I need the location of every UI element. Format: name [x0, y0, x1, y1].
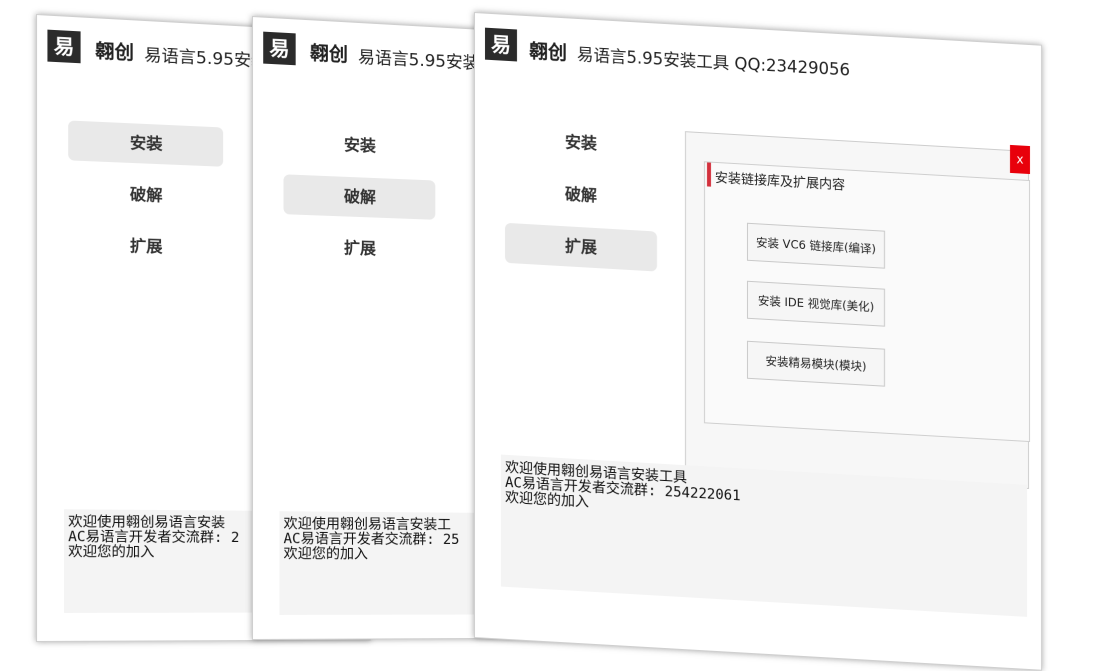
- app-logo-icon: 易: [485, 27, 517, 62]
- extend-panel: x 安装链接库及扩展内容 安装 VC6 链接库(编译) 安装 IDE 视觉库(美…: [685, 131, 1030, 490]
- install-ide-button[interactable]: 安装 IDE 视觉库(美化): [747, 280, 885, 327]
- nav-extend[interactable]: 扩展: [505, 222, 657, 272]
- app-logo-icon: 易: [47, 29, 81, 64]
- sidebar-nav: 安装 破解 扩展: [68, 120, 224, 280]
- sidebar-nav: 安装 破解 扩展: [505, 119, 657, 284]
- install-vc6-button[interactable]: 安装 VC6 链接库(编译): [747, 222, 885, 269]
- window-brand: 翱创: [529, 40, 568, 65]
- group-accent-bar: [707, 162, 711, 187]
- app-logo-icon: 易: [263, 31, 296, 66]
- install-module-button[interactable]: 安装精易模块(模块): [747, 340, 885, 387]
- nav-crack[interactable]: 破解: [505, 171, 657, 220]
- nav-extend[interactable]: 扩展: [284, 226, 436, 271]
- nav-install[interactable]: 安装: [68, 120, 224, 167]
- nav-crack[interactable]: 破解: [283, 174, 436, 220]
- window-title: 易语言5.95安装: [357, 47, 480, 74]
- window-brand: 翱创: [309, 42, 348, 66]
- sidebar-nav: 安装 破解 扩展: [283, 122, 436, 282]
- close-icon[interactable]: x: [1010, 144, 1030, 175]
- window-title: 易语言5.95安装: [144, 45, 269, 72]
- nav-install[interactable]: 安装: [284, 122, 436, 168]
- nav-crack[interactable]: 破解: [68, 172, 223, 218]
- extend-group-box: 安装链接库及扩展内容 安装 VC6 链接库(编译) 安装 IDE 视觉库(美化)…: [704, 161, 1030, 443]
- window-title: 易语言5.95安装工具 QQ:23429056: [577, 44, 850, 80]
- nav-extend[interactable]: 扩展: [68, 224, 223, 269]
- window-brand: 翱创: [95, 40, 135, 65]
- installer-window-extend-tab: 易 翱创 易语言5.95安装工具 QQ:23429056 安装 破解 扩展 x …: [474, 12, 1042, 671]
- nav-install[interactable]: 安装: [505, 119, 657, 168]
- group-title: 安装链接库及扩展内容: [715, 170, 846, 194]
